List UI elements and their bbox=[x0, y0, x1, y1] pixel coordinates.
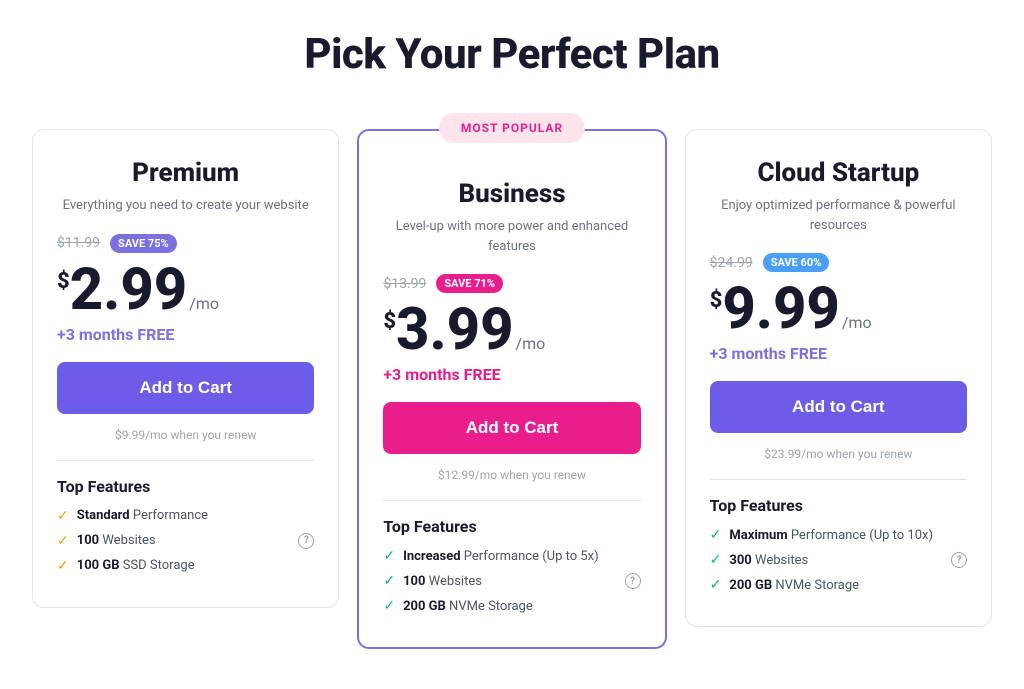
page-title: Pick Your Perfect Plan bbox=[304, 30, 719, 79]
check-icon: ✓ bbox=[57, 558, 69, 574]
plan-desc-cloud-startup: Enjoy optimized performance & powerful r… bbox=[710, 196, 967, 235]
price-amount-business: 3.99 bbox=[396, 301, 514, 359]
save-badge-cloud-startup: SAVE 60% bbox=[763, 253, 830, 272]
plan-card-cloud-startup: Cloud Startup Enjoy optimized performance… bbox=[685, 129, 992, 627]
add-to-cart-button-business[interactable]: Add to Cart bbox=[383, 402, 640, 454]
plan-desc-business: Level-up with more power and enhanced fe… bbox=[383, 217, 640, 256]
renew-text-cloud-startup: $23.99/mo when you renew bbox=[710, 447, 967, 461]
plan-card-business: MOST POPULARBusinessLevel-up with more p… bbox=[357, 129, 666, 649]
plans-container: Premium Everything you need to create you… bbox=[32, 129, 992, 649]
divider-premium bbox=[57, 460, 314, 461]
pricing-row-business: $13.99 SAVE 71% bbox=[383, 274, 640, 293]
add-to-cart-button-cloud-startup[interactable]: Add to Cart bbox=[710, 381, 967, 433]
pricing-row-cloud-startup: $24.99 SAVE 60% bbox=[710, 253, 967, 272]
feature-text-business-2: 200 GB NVMe Storage bbox=[403, 599, 533, 614]
save-badge-premium: SAVE 75% bbox=[110, 234, 177, 253]
free-months-premium: +3 months FREE bbox=[57, 325, 314, 344]
price-dollar-premium: $ bbox=[57, 269, 70, 294]
plan-name-business: Business bbox=[383, 179, 640, 209]
features-title-business: Top Features bbox=[383, 517, 640, 536]
check-icon: ✓ bbox=[57, 533, 69, 549]
renew-text-premium: $9.99/mo when you renew bbox=[57, 428, 314, 442]
price-dollar-cloud-startup: $ bbox=[710, 288, 723, 313]
price-amount-premium: 2.99 bbox=[70, 261, 188, 319]
renew-text-business: $12.99/mo when you renew bbox=[383, 468, 640, 482]
free-months-business: +3 months FREE bbox=[383, 365, 640, 384]
plan-name-premium: Premium bbox=[57, 158, 314, 188]
plan-card-premium: Premium Everything you need to create you… bbox=[32, 129, 339, 608]
price-main-business: $ 3.99 /mo bbox=[383, 301, 640, 359]
divider-business bbox=[383, 500, 640, 501]
feature-item-cloud-startup-2: ✓ 200 GB NVMe Storage bbox=[710, 577, 967, 593]
feature-text-premium-2: 100 GB SSD Storage bbox=[77, 558, 195, 573]
help-icon-business-1[interactable]: ? bbox=[625, 573, 641, 589]
price-amount-cloud-startup: 9.99 bbox=[722, 280, 840, 338]
price-period-business: /mo bbox=[516, 334, 546, 353]
features-title-premium: Top Features bbox=[57, 477, 314, 496]
check-icon: ✓ bbox=[57, 508, 69, 524]
feature-item-business-1: ✓ 100 Websites ? bbox=[383, 573, 640, 589]
feature-text-premium-0: Standard Performance bbox=[77, 508, 208, 523]
save-badge-business: SAVE 71% bbox=[436, 274, 503, 293]
help-icon-premium-1[interactable]: ? bbox=[298, 533, 314, 549]
feature-item-business-0: ✓ Increased Performance (Up to 5x) bbox=[383, 548, 640, 564]
check-icon: ✓ bbox=[710, 552, 722, 568]
pricing-row-premium: $11.99 SAVE 75% bbox=[57, 234, 314, 253]
divider-cloud-startup bbox=[710, 479, 967, 480]
add-to-cart-button-premium[interactable]: Add to Cart bbox=[57, 362, 314, 414]
check-icon: ✓ bbox=[383, 598, 395, 614]
price-period-premium: /mo bbox=[189, 294, 219, 313]
feature-item-business-2: ✓ 200 GB NVMe Storage bbox=[383, 598, 640, 614]
plan-name-cloud-startup: Cloud Startup bbox=[710, 158, 967, 188]
original-price-business: $13.99 bbox=[383, 276, 426, 292]
price-dollar-business: $ bbox=[383, 309, 396, 334]
feature-text-cloud-startup-0: Maximum Performance (Up to 10x) bbox=[729, 528, 933, 543]
check-icon: ✓ bbox=[383, 573, 395, 589]
plan-desc-premium: Everything you need to create your websi… bbox=[57, 196, 314, 216]
feature-item-premium-2: ✓ 100 GB SSD Storage bbox=[57, 558, 314, 574]
feature-text-cloud-startup-2: 200 GB NVMe Storage bbox=[729, 578, 859, 593]
original-price-cloud-startup: $24.99 bbox=[710, 255, 753, 271]
price-main-cloud-startup: $ 9.99 /mo bbox=[710, 280, 967, 338]
feature-text-business-1: 100 Websites bbox=[403, 574, 482, 589]
free-months-cloud-startup: +3 months FREE bbox=[710, 344, 967, 363]
features-title-cloud-startup: Top Features bbox=[710, 496, 967, 515]
feature-item-cloud-startup-0: ✓ Maximum Performance (Up to 10x) bbox=[710, 527, 967, 543]
feature-text-cloud-startup-1: 300 Websites bbox=[729, 553, 808, 568]
price-period-cloud-startup: /mo bbox=[842, 313, 872, 332]
price-main-premium: $ 2.99 /mo bbox=[57, 261, 314, 319]
feature-item-premium-1: ✓ 100 Websites ? bbox=[57, 533, 314, 549]
check-icon: ✓ bbox=[710, 527, 722, 543]
feature-text-business-0: Increased Performance (Up to 5x) bbox=[403, 549, 599, 564]
feature-text-premium-1: 100 Websites bbox=[77, 533, 156, 548]
check-icon: ✓ bbox=[710, 577, 722, 593]
feature-item-premium-0: ✓ Standard Performance bbox=[57, 508, 314, 524]
check-icon: ✓ bbox=[383, 548, 395, 564]
original-price-premium: $11.99 bbox=[57, 235, 100, 251]
feature-item-cloud-startup-1: ✓ 300 Websites ? bbox=[710, 552, 967, 568]
most-popular-badge: MOST POPULAR bbox=[439, 113, 585, 143]
help-icon-cloud-startup-1[interactable]: ? bbox=[951, 552, 967, 568]
